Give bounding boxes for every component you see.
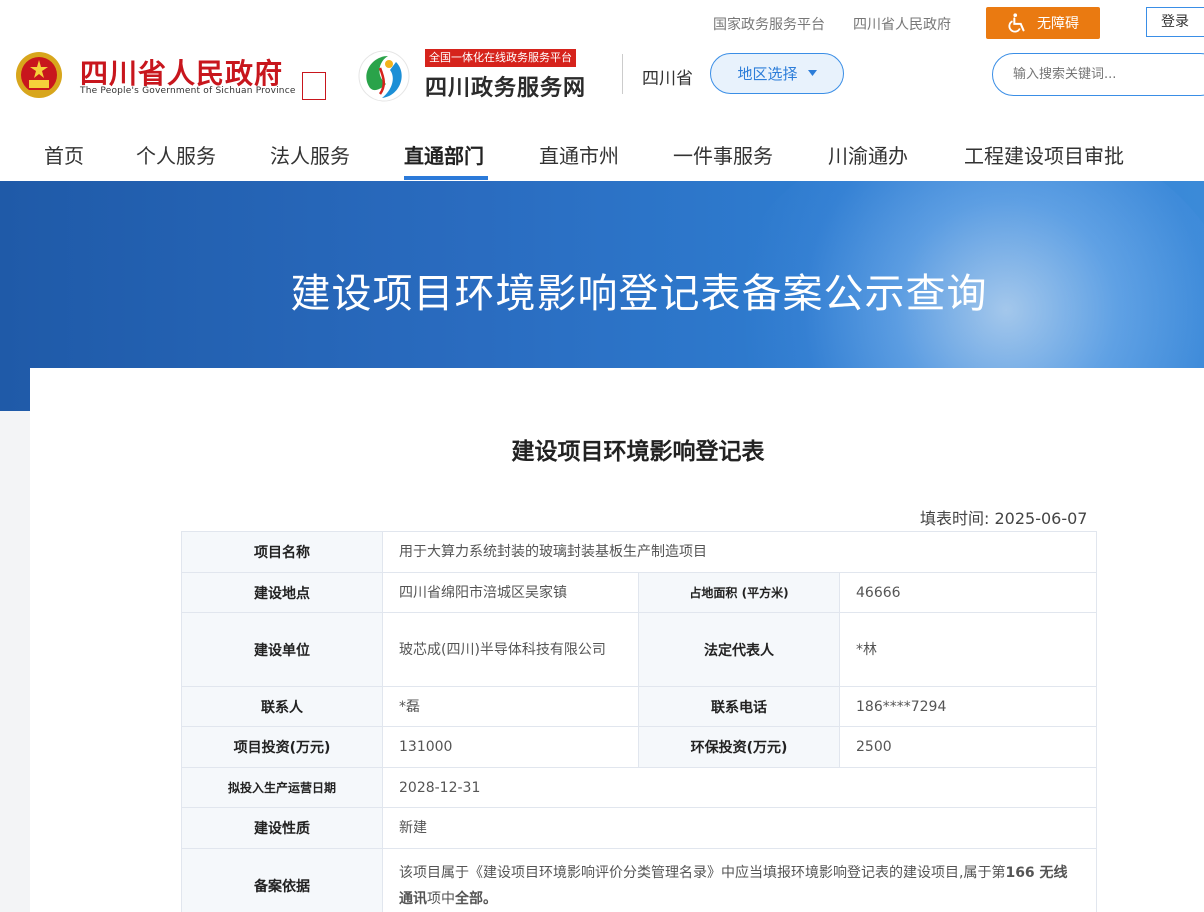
label-project-name: 项目名称 [181,531,383,573]
label-unit: 建设单位 [181,612,383,687]
nav-item-one-thing[interactable]: 一件事服务 [673,140,773,169]
basis-text: 该项目属于《建设项目环境影响评价分类管理名录》中应当填报环境影响登记表的建设项目… [399,864,1006,881]
table-row: 项目投资(万元) 131000 环保投资(万元) 2500 [181,726,1098,768]
region-select-label: 地区选择 [737,65,798,83]
nav-item-chuanyu[interactable]: 川渝通办 [828,140,908,169]
nav-active-indicator [404,176,488,180]
value-basis: 该项目属于《建设项目环境影响评价分类管理名录》中应当填报环境影响登记表的建设项目… [381,848,1098,912]
nav-item-personal[interactable]: 个人服务 [136,140,216,169]
nav-item-corporate[interactable]: 法人服务 [270,140,350,169]
label-legal-rep: 法定代表人 [638,612,840,687]
basis-text-mid: 项中 [427,890,455,907]
label-phone: 联系电话 [638,686,840,727]
label-basis: 备案依据 [181,848,383,912]
login-button[interactable]: 登录 [1146,7,1204,37]
site-header: 四川省人民政府 The People's Government of Sichu… [0,44,1204,122]
nav-item-home[interactable]: 首页 [44,140,84,169]
value-legal-rep: *林 [838,612,1098,687]
current-province: 四川省 [642,69,693,89]
search-input[interactable] [992,53,1204,96]
accessibility-button[interactable]: 无障碍 [986,7,1100,39]
link-national-platform[interactable]: 国家政务服务平台 [713,14,825,34]
table-row: 建设单位 玻芯成(四川)半导体科技有限公司 法定代表人 *林 [181,612,1098,687]
header-divider [622,54,623,94]
nav-item-construction[interactable]: 工程建设项目审批 [964,140,1124,169]
value-production-date: 2028-12-31 [381,767,1098,808]
value-nature: 新建 [381,807,1098,849]
caret-down-icon [807,70,817,76]
registration-table: 项目名称 用于大算力系统封装的玻璃封装基板生产制造项目 建设地点 四川省绵阳市涪… [181,531,1098,912]
label-nature: 建设性质 [181,807,383,849]
fill-time: 填表时间: 2025-06-07 [920,505,1087,529]
label-area: 占地面积 (平方米) [638,572,840,613]
value-phone: 186****7294 [838,686,1098,727]
national-emblem-icon [16,52,62,98]
table-row: 备案依据 该项目属于《建设项目环境影响评价分类管理名录》中应当填报环境影响登记表… [181,848,1098,912]
value-investment: 131000 [382,726,639,768]
platform-tag: 全国一体化在线政务服务平台 [425,49,576,67]
link-sichuan-gov[interactable]: 四川省人民政府 [853,14,951,34]
platform-logo-icon [358,50,410,102]
seal-icon [302,72,326,100]
table-row: 联系人 *磊 联系电话 186****7294 [181,686,1098,727]
value-unit: 玻芯成(四川)半导体科技有限公司 [382,612,639,687]
form-title: 建设项目环境影响登记表 [511,439,765,465]
table-row: 项目名称 用于大算力系统封装的玻璃封装基板生产制造项目 [181,531,1098,573]
main-nav: 首页 个人服务 法人服务 直通部门 直通市州 一件事服务 川渝通办 工程建设项目… [0,122,1204,181]
value-project-name: 用于大算力系统封装的玻璃封装基板生产制造项目 [381,531,1098,573]
gov-name-en: The People's Government of Sichuan Provi… [80,86,296,96]
label-investment: 项目投资(万元) [181,726,383,768]
fill-time-value: 2025-06-07 [994,509,1088,528]
label-location: 建设地点 [181,572,383,613]
platform-name[interactable]: 四川政务服务网 [425,70,586,102]
basis-scope: 全部。 [455,890,497,907]
value-location: 四川省绵阳市涪城区吴家镇 [382,572,639,613]
label-production-date: 拟投入生产运营日期 [181,767,383,808]
top-bar: 国家政务服务平台 四川省人民政府 无障碍 登录 [0,0,1204,44]
value-contact: *磊 [382,686,639,727]
label-env-investment: 环保投资(万元) [638,726,840,768]
wheelchair-icon [1008,13,1025,33]
fill-time-label: 填表时间: [920,509,990,528]
nav-item-departments[interactable]: 直通部门 [404,140,484,169]
value-area: 46666 [838,572,1098,613]
accessibility-label: 无障碍 [1037,16,1079,32]
nav-item-cities[interactable]: 直通市州 [539,140,619,169]
table-row: 建设地点 四川省绵阳市涪城区吴家镇 占地面积 (平方米) 46666 [181,572,1098,613]
table-row: 建设性质 新建 [181,807,1098,849]
table-row: 拟投入生产运营日期 2028-12-31 [181,767,1098,808]
banner-title: 建设项目环境影响登记表备案公示查询 [290,271,988,317]
region-select-button[interactable]: 地区选择 [710,53,844,94]
label-contact: 联系人 [181,686,383,727]
value-env-investment: 2500 [838,726,1098,768]
